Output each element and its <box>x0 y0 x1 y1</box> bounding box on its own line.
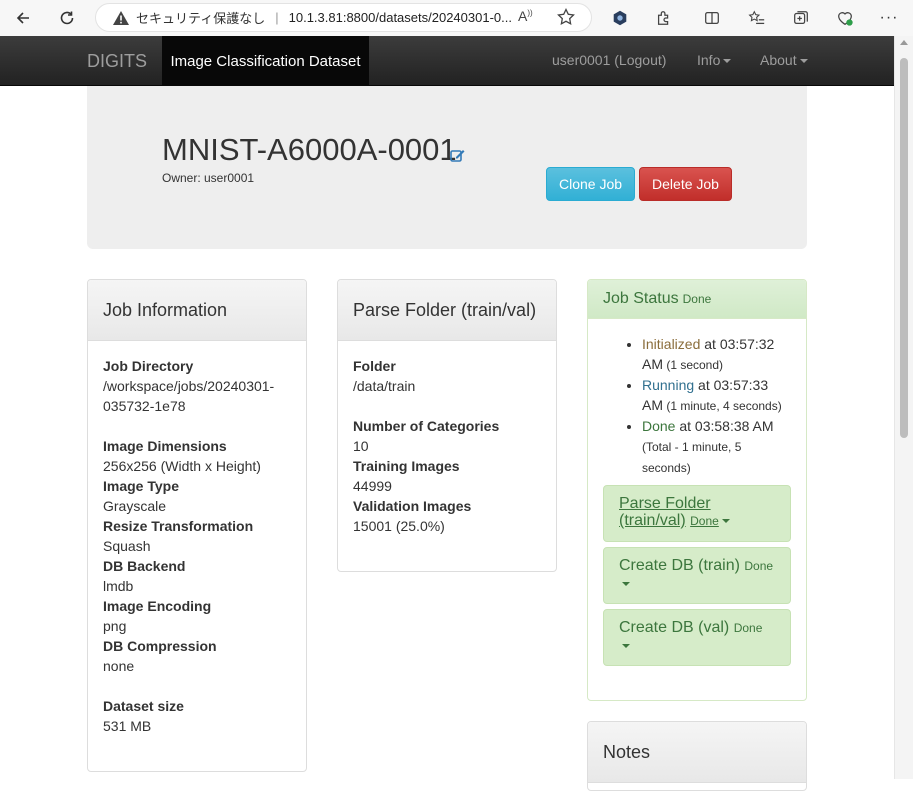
page-scrollbar[interactable] <box>894 36 913 779</box>
list-item: Done at 03:58:38 AM (Total - 1 minute, 5 s… <box>642 416 788 478</box>
read-aloud-icon[interactable]: A)) <box>518 8 536 26</box>
info-menu-label: Info <box>697 52 721 68</box>
delete-job-button[interactable]: Delete Job <box>639 167 732 201</box>
favorite-star-icon[interactable] <box>557 7 575 26</box>
brand-link[interactable]: DIGITS <box>87 51 147 72</box>
field-label: Resize Transformation <box>103 518 254 534</box>
status-badge: Done <box>682 292 712 306</box>
db-compression-value: none <box>103 658 135 674</box>
status-time: at 03:58:38 AM <box>675 418 774 434</box>
status-done: Done <box>642 418 676 434</box>
notes-panel: Notes <box>587 721 807 791</box>
field-label: Image Dimensions <box>103 438 227 454</box>
panel-title: Job Status <box>603 290 679 307</box>
info-menu[interactable]: Info <box>697 52 732 68</box>
field-label: Folder <box>353 358 396 374</box>
address-separator: | <box>275 10 279 25</box>
caret-down-icon <box>622 643 630 648</box>
caret-down-icon <box>622 581 630 586</box>
image-encoding-value: png <box>103 618 127 634</box>
parse-folder-panel: Parse Folder (train/val) Folder /data/tr… <box>337 279 557 572</box>
url-text: 10.1.3.81:8800/datasets/20240301-0... <box>288 10 512 25</box>
validation-images-value: 15001 (25.0%) <box>353 518 445 534</box>
task-parse-folder[interactable]: Parse Folder (train/val) Done <box>603 485 791 542</box>
task-status: Done <box>733 621 763 635</box>
collections-icon[interactable] <box>791 8 811 28</box>
list-item: Initialized at 03:57:32 AM (1 second) <box>642 334 788 375</box>
categories-value: 10 <box>353 438 369 454</box>
refresh-icon[interactable] <box>56 7 78 29</box>
status-duration: (1 minute, 4 seconds) <box>663 399 782 413</box>
status-running: Running <box>642 377 695 393</box>
nav-image-classification-dataset[interactable]: Image Classification Dataset <box>162 36 369 86</box>
job-status-heading: Job Status Done <box>588 280 806 319</box>
job-name: MNIST-A6000A-0001 <box>162 132 457 167</box>
field-label: Validation Images <box>353 498 472 514</box>
status-initialized: Initialized <box>642 336 701 352</box>
list-item: Running at 03:57:33 AM (1 minute, 4 secon… <box>642 375 788 416</box>
job-directory-value-cont: 035732-1e78 <box>103 398 186 414</box>
security-label: セキュリティ保護なし <box>136 11 266 26</box>
task-name[interactable]: Parse Folder <box>619 495 711 512</box>
status-history-list: Initialized at 03:57:32 AM (1 second) Run… <box>628 334 788 478</box>
edit-icon[interactable] <box>450 148 465 163</box>
training-images-value: 44999 <box>353 478 392 494</box>
user-logout-link[interactable]: user0001 (Logout) <box>552 52 666 68</box>
field-label: Image Encoding <box>103 598 212 614</box>
top-navbar: DIGITS Image Classification Dataset user… <box>0 36 894 86</box>
panel-title: Parse Folder (train/val) <box>338 280 556 341</box>
browser-toolbar: セキュリティ保護なし | 10.1.3.81:8800/datasets/202… <box>0 0 913 36</box>
task-create-db-val[interactable]: Create DB (val) Done <box>603 609 791 666</box>
about-menu-label: About <box>760 52 797 68</box>
browser-essentials-icon[interactable] <box>835 8 855 28</box>
favorites-list-icon[interactable] <box>747 8 767 28</box>
job-status-panel: Job Status Done Initialized at 03:57:32 A… <box>587 279 807 701</box>
task-create-db-train[interactable]: Create DB (train) Done <box>603 547 791 604</box>
field-label: Image Type <box>103 478 179 494</box>
db-backend-value: lmdb <box>103 578 134 594</box>
caret-down-icon <box>723 59 732 64</box>
field-label: Number of Categories <box>353 418 500 434</box>
field-label: Training Images <box>353 458 460 474</box>
job-owner: Owner: user0001 <box>162 171 255 185</box>
extension-shield-icon[interactable] <box>610 8 630 28</box>
panel-title: Job Information <box>88 280 306 341</box>
clone-job-button[interactable]: Clone Job <box>546 167 635 201</box>
task-name: Create DB (val) <box>619 619 730 636</box>
job-directory-value: /workspace/jobs/20240301- <box>103 378 275 394</box>
status-time: at 03:57:33 <box>694 377 769 393</box>
about-menu[interactable]: About <box>760 52 808 68</box>
scroll-up-icon[interactable] <box>900 40 908 45</box>
image-type-value: Grayscale <box>103 498 167 514</box>
dataset-size-value: 531 MB <box>103 718 152 734</box>
back-icon[interactable] <box>12 7 34 29</box>
field-label: DB Compression <box>103 638 217 654</box>
extensions-puzzle-icon[interactable] <box>654 8 674 28</box>
caret-down-icon <box>721 518 730 523</box>
image-dimensions-value: 256x256 (Width x Height) <box>103 458 261 474</box>
scroll-thumb[interactable] <box>900 58 908 438</box>
field-label: Dataset size <box>103 698 184 714</box>
task-name-cont[interactable]: (train/val) <box>619 512 686 529</box>
status-total: (Total - 1 minute, 5 <box>642 440 742 454</box>
status-time-cont: AM <box>642 356 663 372</box>
status-duration: (1 second) <box>663 358 724 372</box>
task-status: Done <box>690 514 719 528</box>
more-menu-icon[interactable]: ··· <box>879 8 899 28</box>
resize-transformation-value: Squash <box>103 538 151 554</box>
panel-title: Notes <box>588 722 806 783</box>
job-information-panel: Job Information Job Directory /workspace… <box>87 279 307 772</box>
job-header: MNIST-A6000A-0001 Owner: user0001 Clone … <box>87 86 807 249</box>
caret-down-icon <box>799 59 808 64</box>
folder-value: /data/train <box>353 378 416 394</box>
status-time-cont: AM <box>642 397 663 413</box>
task-name: Create DB (train) <box>619 557 740 574</box>
split-screen-icon[interactable] <box>702 8 722 28</box>
field-label: Job Directory <box>103 358 194 374</box>
warning-icon <box>113 10 129 25</box>
status-time: at 03:57:32 <box>700 336 775 352</box>
field-label: DB Backend <box>103 558 186 574</box>
task-status: Done <box>744 559 774 573</box>
status-total-cont: seconds) <box>642 461 691 475</box>
